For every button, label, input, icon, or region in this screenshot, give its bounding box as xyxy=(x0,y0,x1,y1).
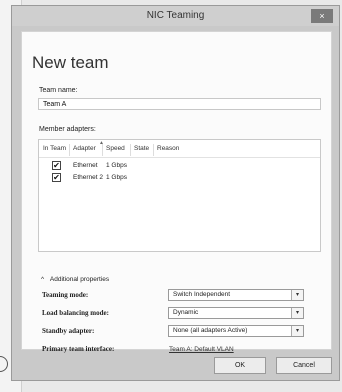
chevron-down-icon: ▾ xyxy=(291,308,303,318)
primary-team-interface-link[interactable]: Team A: Default VLAN xyxy=(169,346,234,353)
ok-button[interactable]: OK xyxy=(214,357,266,374)
collapse-chevron-icon: ^ xyxy=(41,276,45,283)
additional-properties-label: Additional properties xyxy=(49,276,110,283)
adapter-ethernet-2-checkbox[interactable]: ✔ xyxy=(52,173,61,182)
column-header-reason[interactable]: Reason xyxy=(157,145,179,152)
primary-team-interface-label: Primary team interface: xyxy=(42,345,115,353)
page-title: New team xyxy=(32,53,109,72)
teaming-mode-label: Teaming mode: xyxy=(42,291,89,299)
teaming-mode-value: Switch Independent xyxy=(173,291,231,298)
member-adapters-list: In Team ▲ Adapter Speed State Reason ✔ E… xyxy=(38,139,321,252)
additional-properties-toggle[interactable]: ^ Additional properties xyxy=(41,276,109,283)
nic-teaming-window: NIC Teaming × New team Team name: Team A… xyxy=(11,5,340,381)
title-bar: NIC Teaming × xyxy=(12,6,339,26)
teaming-mode-select[interactable]: Switch Independent ▾ xyxy=(168,289,304,301)
load-balancing-mode-value: Dynamic xyxy=(173,309,199,316)
close-button[interactable]: × xyxy=(311,9,333,23)
standby-adapter-value: None (all adapters Active) xyxy=(173,327,248,334)
load-balancing-mode-label: Load balancing mode: xyxy=(42,309,109,317)
adapter-speed: 1 Gbps xyxy=(106,162,127,169)
column-header-state[interactable]: State xyxy=(134,145,149,152)
adapter-ethernet-checkbox[interactable]: ✔ xyxy=(52,161,61,170)
dialog-panel: New team Team name: Team A Member adapte… xyxy=(21,31,332,353)
chevron-down-icon: ▾ xyxy=(291,326,303,336)
adapter-name: Ethernet xyxy=(73,162,98,169)
window-title: NIC Teaming xyxy=(146,10,205,21)
column-separator xyxy=(69,144,70,156)
column-separator xyxy=(130,144,131,156)
column-separator xyxy=(102,144,103,156)
load-balancing-mode-select[interactable]: Dynamic ▾ xyxy=(168,307,304,319)
column-header-in-team[interactable]: In Team xyxy=(43,145,66,152)
team-name-label: Team name: xyxy=(39,87,78,94)
standby-adapter-label: Standby adapter: xyxy=(42,327,95,335)
member-adapters-label: Member adapters: xyxy=(39,126,96,133)
header-divider xyxy=(39,157,320,158)
column-header-adapter[interactable]: Adapter xyxy=(73,145,96,152)
cancel-button[interactable]: Cancel xyxy=(276,357,332,374)
team-name-field[interactable]: Team A xyxy=(38,98,321,110)
chevron-down-icon: ▾ xyxy=(291,290,303,300)
column-separator xyxy=(153,144,154,156)
standby-adapter-select[interactable]: None (all adapters Active) ▾ xyxy=(168,325,304,337)
adapter-name: Ethernet 2 xyxy=(73,174,103,181)
adapter-speed: 1 Gbps xyxy=(106,174,127,181)
column-header-speed[interactable]: Speed xyxy=(106,145,125,152)
